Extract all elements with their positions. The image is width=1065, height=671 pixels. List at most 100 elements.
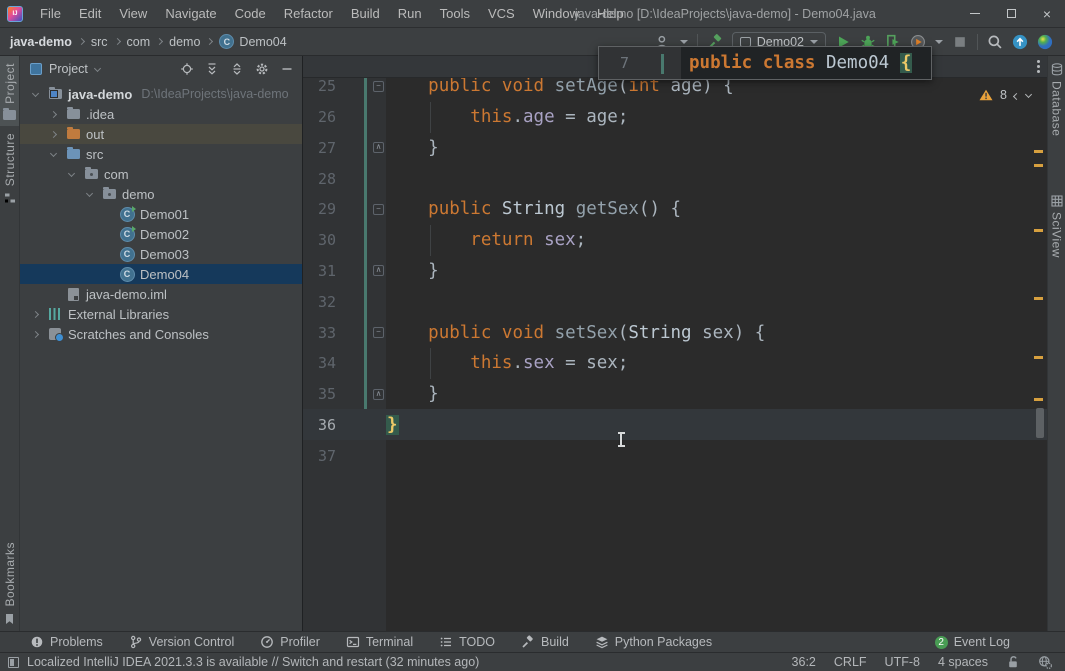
tree-chevron-icon[interactable] (64, 169, 78, 177)
tree-row-out[interactable]: out (20, 124, 302, 144)
warning-stripe-mark[interactable] (1034, 297, 1043, 300)
tree-row-src[interactable]: src (20, 144, 302, 164)
minimize-button[interactable] (957, 0, 993, 28)
tool-window-button-python-packages[interactable]: Python Packages (595, 635, 712, 649)
menu-item-edit[interactable]: Edit (70, 0, 110, 28)
breadcrumb-item[interactable]: com (127, 35, 151, 49)
tree-chevron-icon[interactable] (46, 149, 60, 157)
project-views-dropdown-icon[interactable] (93, 64, 101, 72)
tree-row-demo01[interactable]: C Demo01 (20, 204, 302, 224)
breadcrumb-item[interactable]: C Demo04 (219, 34, 287, 49)
status-message[interactable]: Localized IntelliJ IDEA 2021.3.3 is avai… (27, 655, 479, 669)
close-button[interactable]: × (1029, 0, 1065, 28)
warning-stripe-mark[interactable] (1034, 150, 1043, 153)
file-encoding[interactable]: UTF-8 (885, 655, 920, 669)
plugin-sphere-icon[interactable] (1037, 34, 1053, 50)
menu-item-build[interactable]: Build (342, 0, 389, 28)
tool-window-button-version-control[interactable]: Version Control (129, 635, 234, 649)
readonly-lock-icon[interactable] (1006, 655, 1020, 669)
menu-item-navigate[interactable]: Navigate (156, 0, 225, 28)
tree-row-java-demo-iml[interactable]: java-demo.iml (20, 284, 302, 304)
indent-setting[interactable]: 4 spaces (938, 655, 988, 669)
warning-stripe-mark[interactable] (1034, 356, 1043, 359)
editor-scrollbar-thumb[interactable] (1036, 408, 1044, 438)
menu-item-vcs[interactable]: VCS (479, 0, 524, 28)
event-log-button[interactable]: 2 Event Log (934, 635, 1065, 649)
tree-row--idea[interactable]: .idea (20, 104, 302, 124)
tab-options-kebab-icon[interactable] (1037, 60, 1040, 63)
project-panel-title[interactable]: Project (49, 62, 88, 76)
code-line-33[interactable]: 33 − public void setSex(String sex) { (303, 317, 1047, 348)
breadcrumb-item[interactable]: demo (169, 35, 200, 49)
breadcrumb-item[interactable]: src (91, 35, 108, 49)
warning-stripe-mark[interactable] (1034, 164, 1043, 167)
code-line-35[interactable]: 35 ∧ } (303, 379, 1047, 410)
fold-start-icon[interactable]: − (373, 327, 384, 338)
code-line-25[interactable]: 25 − public void setAge(int age) { (303, 78, 1047, 102)
tool-window-button-problems[interactable]: Problems (30, 635, 103, 649)
menu-item-run[interactable]: Run (389, 0, 431, 28)
code-line-27[interactable]: 27 ∧ } (303, 133, 1047, 164)
line-separator[interactable]: CRLF (834, 655, 867, 669)
search-everywhere-icon[interactable] (987, 34, 1003, 50)
prev-warning-icon[interactable] (1012, 92, 1021, 101)
notification-window-icon[interactable] (8, 656, 19, 668)
tree-row-demo04[interactable]: C Demo04 (20, 264, 302, 284)
tool-stripe-tab-database[interactable]: Database (1050, 56, 1064, 136)
tree-chevron-icon[interactable] (28, 330, 42, 338)
code-line-28[interactable]: 28 (303, 163, 1047, 194)
tree-chevron-icon[interactable] (46, 110, 60, 118)
code-line-30[interactable]: 30 return sex; (303, 224, 1047, 256)
update-available-icon[interactable] (1012, 34, 1028, 50)
warning-stripe-mark[interactable] (1034, 398, 1043, 401)
code-line-26[interactable]: 26 this. age = age; (303, 101, 1047, 133)
tree-row-scratches-and-consoles[interactable]: Scratches and Consoles (20, 324, 302, 344)
profiler-dropdown-icon[interactable] (935, 39, 943, 44)
fold-start-icon[interactable]: − (373, 80, 384, 92)
menu-item-file[interactable]: File (31, 0, 70, 28)
maximize-button[interactable] (993, 0, 1029, 28)
tool-window-button-todo[interactable]: TODO (439, 635, 495, 649)
tool-window-button-terminal[interactable]: Terminal (346, 635, 413, 649)
tool-stripe-tab-structure[interactable]: Structure (0, 126, 19, 210)
menu-item-refactor[interactable]: Refactor (275, 0, 342, 28)
user-dropdown-icon[interactable] (679, 39, 688, 44)
tree-chevron-icon[interactable] (46, 130, 60, 138)
panel-settings-gear-icon[interactable] (253, 60, 271, 78)
code-line-36[interactable]: 36} (303, 409, 1047, 441)
breadcrumb-item[interactable]: java-demo (10, 35, 72, 49)
code-line-37[interactable]: 37 (303, 440, 1047, 471)
tree-row-demo02[interactable]: C Demo02 (20, 224, 302, 244)
tree-chevron-icon[interactable] (28, 89, 42, 97)
menu-item-tools[interactable]: Tools (431, 0, 479, 28)
inspections-profile-icon[interactable] (1038, 655, 1052, 669)
fold-end-icon[interactable]: ∧ (373, 265, 384, 277)
tree-row-demo[interactable]: demo (20, 184, 302, 204)
tool-window-button-profiler[interactable]: Profiler (260, 635, 320, 649)
caret-position[interactable]: 36:2 (792, 655, 816, 669)
inspections-widget[interactable]: 8 (979, 88, 1033, 102)
warning-stripe-mark[interactable] (1034, 229, 1043, 232)
code-line-31[interactable]: 31 ∧ } (303, 256, 1047, 287)
menu-item-code[interactable]: Code (226, 0, 275, 28)
tool-stripe-tab-bookmarks[interactable]: Bookmarks (0, 535, 19, 631)
tool-stripe-tab-sciview[interactable]: SciView (1050, 188, 1064, 258)
select-opened-file-icon[interactable] (178, 60, 196, 78)
tool-window-button-build[interactable]: Build (521, 635, 569, 649)
tree-chevron-icon[interactable] (82, 189, 96, 197)
tree-row-java-demo[interactable]: java-demo D:\IdeaProjects\java-demo (20, 84, 302, 104)
tree-row-demo03[interactable]: C Demo03 (20, 244, 302, 264)
tree-row-external-libraries[interactable]: External Libraries (20, 304, 302, 324)
tree-row-com[interactable]: com (20, 164, 302, 184)
fold-end-icon[interactable]: ∧ (373, 142, 384, 154)
code-line-29[interactable]: 29 − public String getSex() { (303, 194, 1047, 225)
fold-end-icon[interactable]: ∧ (373, 388, 384, 400)
tree-chevron-icon[interactable] (28, 310, 42, 318)
tool-stripe-tab-project[interactable]: Project (0, 56, 19, 126)
editor-content[interactable]: 25− public void setAge(int age) {26 this… (303, 78, 1047, 631)
hide-panel-icon[interactable] (278, 60, 296, 78)
next-warning-icon[interactable] (1024, 90, 1033, 98)
code-line-34[interactable]: 34 this. sex = sex; (303, 347, 1047, 379)
fold-start-icon[interactable]: − (373, 203, 384, 215)
code-line-32[interactable]: 32 (303, 286, 1047, 317)
